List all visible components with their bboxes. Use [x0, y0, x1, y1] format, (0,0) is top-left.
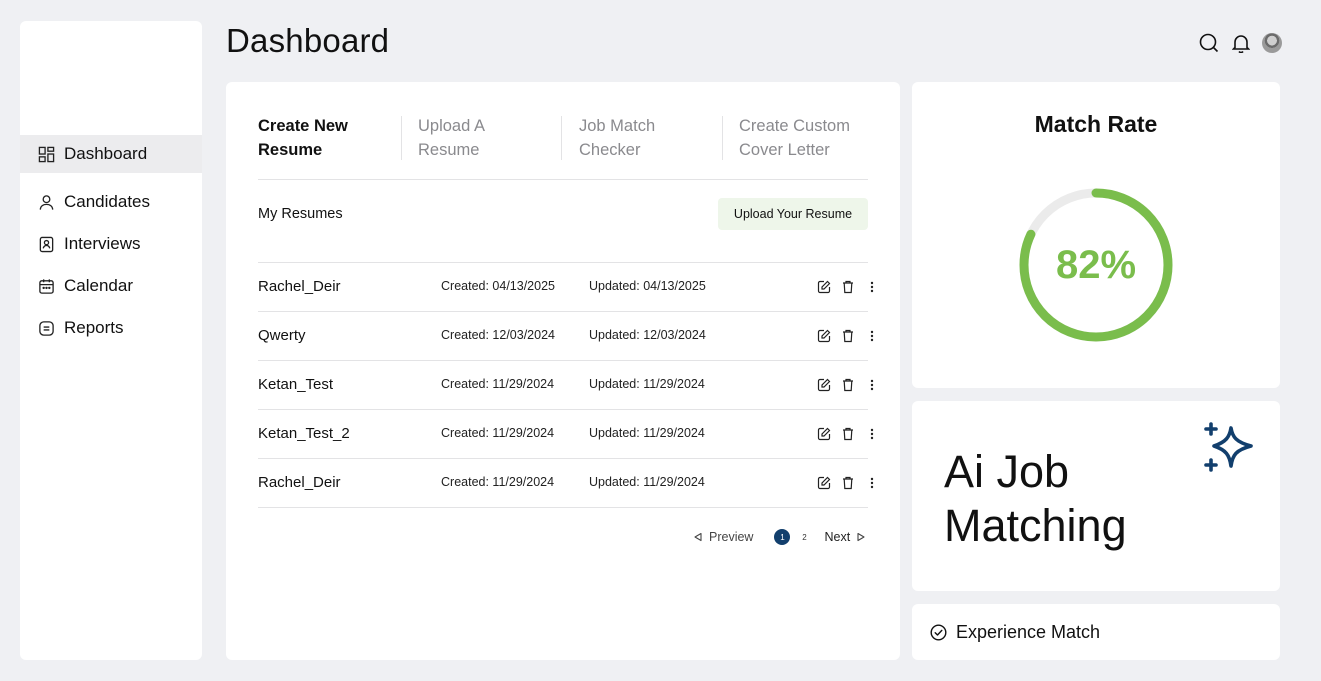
row-actions: [816, 278, 880, 296]
table-row[interactable]: Ketan_Test_2 Created: 11/29/2024 Updated…: [258, 410, 874, 459]
trash-icon[interactable]: [840, 278, 856, 296]
search-icon[interactable]: [1198, 32, 1220, 54]
updated-date: Updated: 04/13/2025: [589, 279, 706, 293]
more-vertical-icon[interactable]: [864, 278, 880, 296]
more-vertical-icon[interactable]: [864, 474, 880, 492]
resume-name: Qwerty: [258, 327, 306, 344]
more-vertical-icon[interactable]: [864, 327, 880, 345]
sidebar-item-label: Candidates: [64, 192, 151, 211]
trash-icon[interactable]: [840, 376, 856, 394]
table-row[interactable]: Ketan_Test Created: 11/29/2024 Updated: …: [258, 361, 874, 410]
next-page-label: Next: [824, 530, 851, 544]
created-date: Created: 11/29/2024: [441, 426, 555, 440]
upload-resume-button[interactable]: Upload Your Resume: [718, 198, 868, 230]
tab-divider: [561, 116, 562, 160]
match-rate-value: 82%: [1055, 242, 1137, 287]
edit-icon[interactable]: [816, 327, 832, 345]
resume-name: Ketan_Test_2: [258, 425, 350, 442]
updated-date: Updated: 11/29/2024: [589, 377, 705, 391]
resume-name: Rachel_Deir: [258, 474, 341, 491]
tab-create-new-resume[interactable]: Create New Resume: [258, 114, 398, 162]
user-icon: [39, 194, 54, 210]
bell-icon[interactable]: [1230, 32, 1252, 54]
page-title: Dashboard: [226, 22, 390, 59]
edit-icon[interactable]: [816, 425, 832, 443]
edit-icon[interactable]: [816, 474, 832, 492]
ai-job-matching-title: Ai Job Matching: [944, 446, 1127, 551]
resume-name: Rachel_Deir: [258, 278, 341, 295]
created-date: Created: 11/29/2024: [441, 475, 555, 489]
avatar[interactable]: [1262, 33, 1282, 53]
badge-icon: [39, 236, 54, 252]
match-rate-title: Match Rate: [1034, 111, 1158, 137]
edit-icon[interactable]: [816, 376, 832, 394]
resume-panel: Create New Resume Upload A Resume Job Ma…: [226, 82, 900, 660]
table-row[interactable]: Qwerty Created: 12/03/2024 Updated: 12/0…: [258, 312, 874, 361]
sidebar-item-label: Dashboard: [64, 144, 148, 163]
more-vertical-icon[interactable]: [864, 376, 880, 394]
created-date: Created: 04/13/2025: [441, 279, 555, 293]
sidebar-item-label: Interviews: [64, 234, 141, 253]
tab-bar: Create New Resume Upload A Resume Job Ma…: [258, 114, 868, 180]
table-row[interactable]: Rachel_Deir Created: 04/13/2025 Updated:…: [258, 263, 874, 312]
updated-date: Updated: 12/03/2024: [589, 328, 706, 342]
table-row[interactable]: Rachel_Deir Created: 11/29/2024 Updated:…: [258, 459, 874, 508]
row-actions: [816, 327, 880, 345]
trash-icon[interactable]: [840, 425, 856, 443]
tab-divider: [401, 116, 402, 160]
row-actions: [816, 425, 880, 443]
report-icon: [39, 320, 54, 336]
previous-page-button[interactable]: Preview: [693, 530, 753, 544]
edit-icon[interactable]: [816, 278, 832, 296]
experience-match-card[interactable]: Experience Match: [912, 604, 1280, 660]
previous-page-label: Preview: [709, 530, 754, 544]
sidebar-item-label: Reports: [64, 318, 124, 337]
grid-icon: [38, 146, 55, 162]
trash-icon[interactable]: [840, 474, 856, 492]
updated-date: Updated: 11/29/2024: [589, 475, 705, 489]
chevron-right-icon: [857, 532, 865, 542]
created-date: Created: 11/29/2024: [441, 377, 555, 391]
tab-create-cover-letter[interactable]: Create Custom Cover Letter: [739, 114, 874, 162]
sidebar-item-candidates[interactable]: Candidates: [20, 183, 202, 221]
sidebar-item-label: Calendar: [64, 276, 133, 295]
created-date: Created: 12/03/2024: [441, 328, 555, 342]
next-page-button[interactable]: Next: [824, 530, 866, 544]
row-actions: [816, 474, 880, 492]
pagination: Preview 1 2 Next: [693, 529, 866, 545]
tab-divider: [722, 116, 723, 160]
page-2-button[interactable]: 2: [796, 529, 812, 545]
trash-icon[interactable]: [840, 327, 856, 345]
tab-job-match-checker[interactable]: Job Match Checker: [579, 114, 719, 162]
calendar-icon: [39, 278, 54, 294]
match-rate-card: Match Rate 82%: [912, 82, 1280, 388]
row-actions: [816, 376, 880, 394]
updated-date: Updated: 11/29/2024: [589, 426, 705, 440]
sparkle-icon: [1204, 422, 1253, 472]
section-title: My Resumes: [258, 206, 343, 222]
sidebar-item-reports[interactable]: Reports: [20, 309, 202, 347]
chevron-left-icon: [694, 532, 702, 542]
sidebar: Dashboard Candidates Interviews Calendar…: [20, 21, 202, 660]
resume-name: Ketan_Test: [258, 376, 334, 393]
tab-upload-resume[interactable]: Upload A Resume: [418, 114, 558, 162]
sidebar-item-calendar[interactable]: Calendar: [20, 267, 202, 305]
sidebar-item-dashboard[interactable]: Dashboard: [20, 135, 202, 173]
page-1-button[interactable]: 1: [774, 529, 791, 545]
check-circle-icon: [930, 624, 947, 641]
header-actions: [1198, 32, 1282, 54]
more-vertical-icon[interactable]: [864, 425, 880, 443]
resume-table: Rachel_Deir Created: 04/13/2025 Updated:…: [258, 262, 874, 508]
sidebar-item-interviews[interactable]: Interviews: [20, 225, 202, 263]
ai-job-matching-card[interactable]: Ai Job Matching: [912, 401, 1280, 591]
experience-match-label: Experience Match: [956, 622, 1101, 642]
